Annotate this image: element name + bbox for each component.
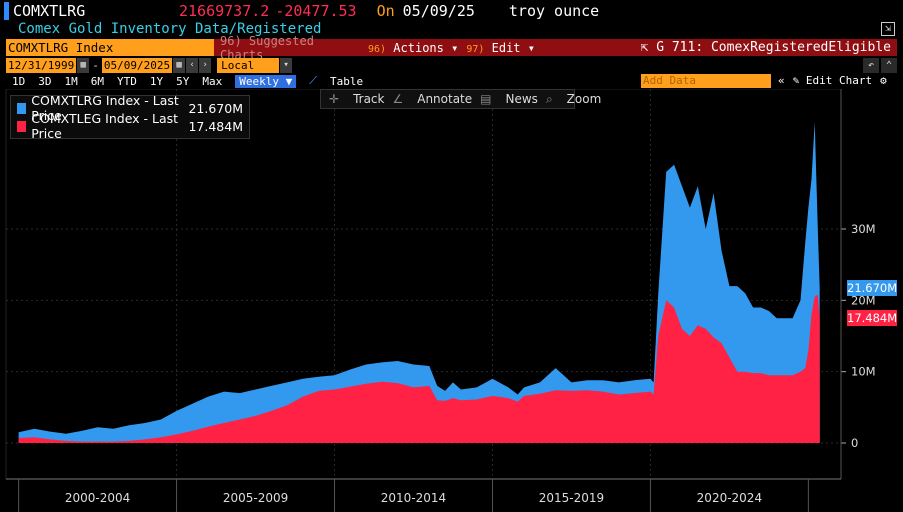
command-bar: COMXTLRG Index 96) Suggested Charts 96) …	[6, 34, 897, 62]
legend-swatch-registered	[17, 102, 27, 114]
prev-period-button[interactable]: ‹	[186, 58, 199, 73]
x-tick-label: 2005-2009	[223, 491, 288, 505]
range-max[interactable]: Max	[202, 75, 222, 88]
range-1d[interactable]: 1D	[12, 75, 25, 88]
pencil-icon: ∠	[392, 92, 404, 106]
chart-window-controls: ↶ ⌃	[863, 58, 897, 73]
last-price: 21669737.2	[179, 2, 270, 20]
range-1m[interactable]: 1M	[65, 75, 78, 88]
legend-value-registered: 21.670M	[188, 100, 243, 116]
range-6m[interactable]: 6M	[91, 75, 104, 88]
edit-chart-button[interactable]: ✎ Edit Chart	[793, 74, 872, 88]
edit-label: Edit	[491, 40, 521, 55]
actions-number: 96)	[368, 43, 387, 55]
chart-area[interactable]: 0 10M 20M 30M 2000-2004 2005-2009 2010-2014 201…	[0, 88, 903, 512]
popout-icon[interactable]: ⇲	[881, 22, 895, 36]
frequency-select[interactable]: Weekly ▼	[235, 74, 297, 88]
frequency-label: Weekly	[239, 74, 279, 88]
range-dash: -	[92, 59, 99, 72]
x-tick-label: 2010-2014	[381, 491, 446, 505]
zoom-icon: ⌕	[545, 91, 553, 106]
legend-value-eligible: 17.484M	[188, 118, 243, 134]
annotate-tool[interactable]: Annotate	[417, 92, 472, 106]
currency-dropdown-icon[interactable]: ▾	[280, 58, 293, 73]
y-tick-label: 30M	[851, 222, 876, 236]
start-calendar-icon[interactable]: ▦	[77, 58, 90, 73]
range-5y[interactable]: 5Y	[176, 75, 189, 88]
edit-button[interactable]: 97) Edit ▾	[466, 41, 535, 55]
y-tick-label: 10M	[851, 365, 876, 379]
collapse-left-icon[interactable]: «	[778, 74, 785, 88]
last-value-label-eligible: 17.484M	[847, 310, 898, 327]
line-chart-icon[interactable]: ⟋	[309, 74, 317, 88]
graph-title[interactable]: ⇱ G 711: ComexRegisteredEligible	[641, 40, 891, 55]
chart-tools: ✛ Track ∠ Annotate ▤ News ⌕ Zoom	[320, 89, 601, 109]
price-date: 05/09/25	[402, 2, 475, 20]
legend-label-eligible: COMXTLEG Index - Last Price	[31, 111, 179, 141]
undo-icon[interactable]: ↶	[863, 58, 879, 73]
track-tool[interactable]: Track	[353, 92, 384, 106]
ticker-header: COMXTLRG 21669737.2 -20477.53 On 05/09/2…	[0, 0, 903, 22]
price-change: -20477.53	[275, 2, 357, 20]
graph-title-text: G 711: ComexRegisteredEligible	[656, 40, 891, 55]
edit-number: 97)	[466, 43, 485, 55]
legend-item-eligible[interactable]: COMXTLEG Index - Last Price 17.484M	[17, 111, 243, 141]
end-date-field[interactable]: 05/09/2025	[101, 58, 173, 73]
edit-chart-label: Edit Chart	[805, 74, 873, 87]
zoom-tool[interactable]: Zoom	[567, 92, 602, 106]
ticker-marker	[4, 2, 9, 20]
settings-gear-icon[interactable]: ⚙	[880, 74, 887, 88]
x-tick-label: 2015-2019	[539, 491, 604, 505]
security-input[interactable]: COMXTLRG Index	[6, 39, 214, 56]
x-tick-label: 2020-2024	[697, 491, 762, 505]
edit-chart-controls: « ✎ Edit Chart ⚙	[778, 74, 887, 88]
actions-button[interactable]: 96) Actions ▾	[368, 41, 458, 55]
table-button[interactable]: Table	[330, 75, 363, 88]
legend-swatch-eligible	[17, 120, 27, 132]
collapse-icon[interactable]: ⌃	[881, 58, 897, 73]
start-date-field[interactable]: 12/31/1999	[6, 58, 77, 73]
chart-legend: COMXTLRG Index - Last Price 21.670M COMX…	[10, 93, 250, 141]
range-ytd[interactable]: YTD	[117, 75, 137, 88]
range-buttons: 1D 3D 1M 6M YTD 1Y 5Y Max Weekly ▼ ⟋ Tab…	[12, 74, 363, 88]
date-range-controls: 12/31/1999 ▦ - 05/09/2025 ▦ ‹ › Local CC…	[6, 58, 293, 87]
y-tick-label: 0	[851, 436, 858, 450]
add-data-input[interactable]: Add Data	[641, 74, 771, 88]
news-tool[interactable]: News	[506, 92, 538, 106]
currency-select[interactable]: Local CCY	[217, 58, 280, 87]
range-3d[interactable]: 3D	[38, 75, 51, 88]
end-calendar-icon[interactable]: ▦	[173, 58, 186, 73]
x-tick-label: 2000-2004	[65, 491, 130, 505]
unit-label: troy ounce	[508, 2, 600, 20]
chart-svg[interactable]: 010M20M30M2000-2004 2005-2009 2010-2014 201…	[0, 88, 903, 512]
next-period-button[interactable]: ›	[199, 58, 212, 73]
news-icon: ▤	[480, 92, 492, 106]
actions-label: Actions	[393, 40, 444, 55]
range-1y[interactable]: 1Y	[150, 75, 163, 88]
crosshair-icon: ✛	[329, 92, 340, 106]
on-label: On	[376, 2, 395, 20]
ticker-symbol[interactable]: COMXTLRG	[13, 2, 179, 20]
last-value-label-registered: 21.670M	[847, 280, 898, 297]
